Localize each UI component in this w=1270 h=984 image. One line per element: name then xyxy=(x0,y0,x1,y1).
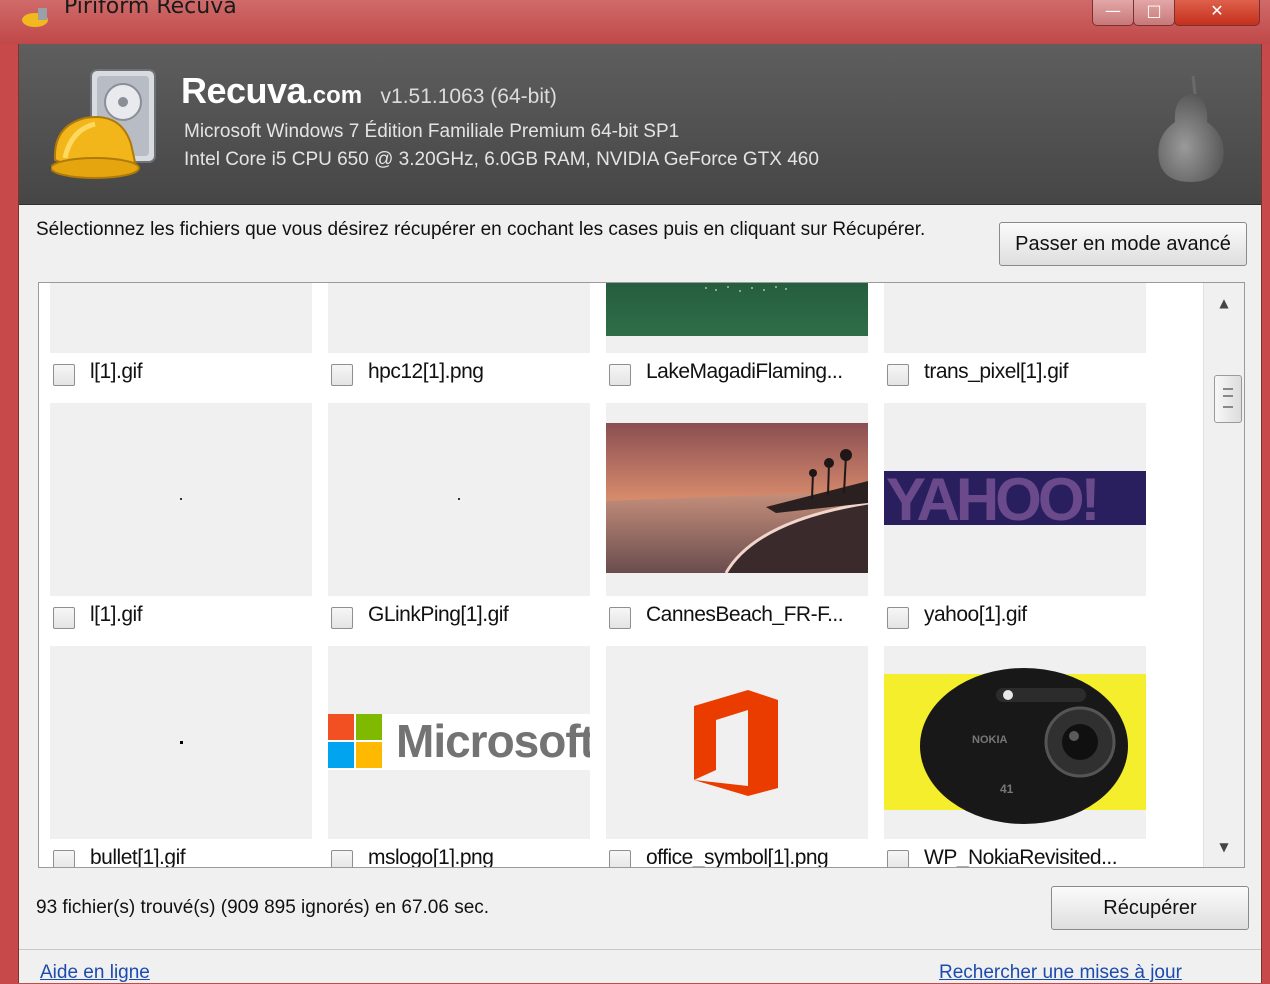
main-window: Recuva.com v1.51.1063 (64-bit) Microsoft… xyxy=(18,44,1262,983)
file-checkbox[interactable] xyxy=(887,607,909,629)
file-checkbox[interactable] xyxy=(609,364,631,386)
file-name: trans_pixel[1].gif xyxy=(924,360,1068,383)
file-item[interactable]: trans_pixel[1].gif xyxy=(884,283,1146,403)
file-name: l[1].gif xyxy=(90,603,143,626)
file-thumbnail: NOKIA 41 xyxy=(884,646,1146,839)
file-checkbox[interactable] xyxy=(887,364,909,386)
nokia-phone-thumbnail xyxy=(884,668,1146,824)
brand-suffix: .com xyxy=(306,82,363,109)
file-name: mslogo[1].png xyxy=(368,846,494,868)
file-item[interactable]: Microsoft mslogo[1].png xyxy=(328,646,590,868)
recuva-app-icon xyxy=(22,8,48,27)
file-item[interactable]: GLinkPing[1].gif xyxy=(328,403,590,646)
system-info: Microsoft Windows 7 Édition Familiale Pr… xyxy=(184,118,819,174)
file-thumbnail xyxy=(606,646,868,839)
file-checkbox[interactable] xyxy=(887,850,909,867)
os-info: Microsoft Windows 7 Édition Familiale Pr… xyxy=(184,121,680,142)
instructions-text: Sélectionnez les fichiers que vous désir… xyxy=(36,219,926,240)
title-bar: Piriform Recuva — □ ✕ xyxy=(0,0,1270,44)
minimize-button[interactable]: — xyxy=(1092,0,1134,26)
file-thumbnail-grid[interactable]: l[1].gif hpc12[1].png LakeMagadiFlaming.… xyxy=(38,282,1245,868)
close-icon: ✕ xyxy=(1210,1,1224,20)
version-label: v1.51.1063 (64-bit) xyxy=(380,85,557,108)
recover-button[interactable]: Récupérer xyxy=(1051,886,1249,930)
lake-photo-thumbnail xyxy=(606,283,868,353)
beach-photo-thumbnail xyxy=(606,423,868,574)
file-item[interactable]: CannesBeach_FR-F... xyxy=(606,403,868,646)
office-logo-thumbnail xyxy=(694,690,778,796)
status-text: 93 fichier(s) trouvé(s) (909 895 ignorés… xyxy=(36,897,490,918)
file-thumbnail: Microsoft xyxy=(328,646,590,839)
file-name: office_symbol[1].png xyxy=(646,846,829,868)
file-checkbox[interactable] xyxy=(53,364,75,386)
file-checkbox[interactable] xyxy=(331,607,353,629)
brand-name: Recuva xyxy=(181,70,307,111)
file-checkbox[interactable] xyxy=(53,607,75,629)
scroll-down-arrow-icon[interactable]: ▼ xyxy=(1204,829,1244,865)
yahoo-logo-thumbnail: YAHOO! xyxy=(884,471,1146,525)
nokia-megapixel-label: 41 xyxy=(1000,782,1014,796)
file-name: bullet[1].gif xyxy=(90,846,186,868)
minimize-icon: — xyxy=(1105,1,1121,20)
window-title: Piriform Recuva xyxy=(64,0,237,19)
file-thumbnail xyxy=(606,403,868,596)
maximize-icon: □ xyxy=(1146,1,1162,20)
file-thumbnail xyxy=(884,283,1146,353)
file-checkbox[interactable] xyxy=(331,850,353,867)
app-header: Recuva.com v1.51.1063 (64-bit) Microsoft… xyxy=(19,44,1261,205)
check-updates-link[interactable]: Rechercher une mises à jour xyxy=(939,962,1182,984)
footer-divider xyxy=(19,949,1261,950)
file-item[interactable]: bullet[1].gif xyxy=(50,646,312,868)
file-checkbox[interactable] xyxy=(53,850,75,867)
window-controls: — □ ✕ xyxy=(1092,0,1260,26)
file-name: hpc12[1].png xyxy=(368,360,484,383)
file-item[interactable]: YAHOO! yahoo[1].gif xyxy=(884,403,1146,646)
brand-line: Recuva.com v1.51.1063 (64-bit) xyxy=(181,70,557,112)
file-checkbox[interactable] xyxy=(609,607,631,629)
nokia-label: NOKIA xyxy=(972,734,1008,746)
file-thumbnail xyxy=(50,283,312,353)
file-name: l[1].gif xyxy=(90,360,143,383)
file-thumbnail xyxy=(606,283,868,353)
hardware-info: Intel Core i5 CPU 650 @ 3.20GHz, 6.0GB R… xyxy=(184,149,819,170)
file-thumbnail xyxy=(328,403,590,596)
scroll-up-arrow-icon[interactable]: ▲ xyxy=(1204,285,1244,321)
file-name: yahoo[1].gif xyxy=(924,603,1027,626)
grid-scrollbar[interactable]: ▲ ▼ xyxy=(1203,283,1244,867)
file-thumbnail: YAHOO! xyxy=(884,403,1146,596)
online-help-link[interactable]: Aide en ligne xyxy=(40,962,150,984)
file-item[interactable]: NOKIA 41 WP_NokiaRevisited... xyxy=(884,646,1146,868)
file-name: CannesBeach_FR-F... xyxy=(646,603,844,626)
scrollbar-thumb[interactable] xyxy=(1214,375,1242,423)
close-button[interactable]: ✕ xyxy=(1174,0,1260,26)
file-name: WP_NokiaRevisited... xyxy=(924,846,1118,868)
file-item[interactable]: LakeMagadiFlaming... xyxy=(606,283,868,403)
microsoft-logo-thumbnail: Microsoft xyxy=(328,714,590,770)
file-checkbox[interactable] xyxy=(331,364,353,386)
maximize-button[interactable]: □ xyxy=(1133,0,1175,26)
recuva-logo-icon xyxy=(51,69,156,179)
file-thumbnail xyxy=(328,283,590,353)
file-item[interactable]: l[1].gif xyxy=(50,403,312,646)
file-name: GLinkPing[1].gif xyxy=(368,603,509,626)
file-thumbnail xyxy=(50,646,312,839)
advanced-mode-button[interactable]: Passer en mode avancé xyxy=(999,222,1247,266)
file-item[interactable]: office_symbol[1].png xyxy=(606,646,868,868)
piriform-pear-icon xyxy=(1158,75,1224,182)
file-thumbnail xyxy=(50,403,312,596)
file-checkbox[interactable] xyxy=(609,850,631,867)
file-item[interactable]: hpc12[1].png xyxy=(328,283,590,403)
file-item[interactable]: l[1].gif xyxy=(50,283,312,403)
file-name: LakeMagadiFlaming... xyxy=(646,360,843,383)
